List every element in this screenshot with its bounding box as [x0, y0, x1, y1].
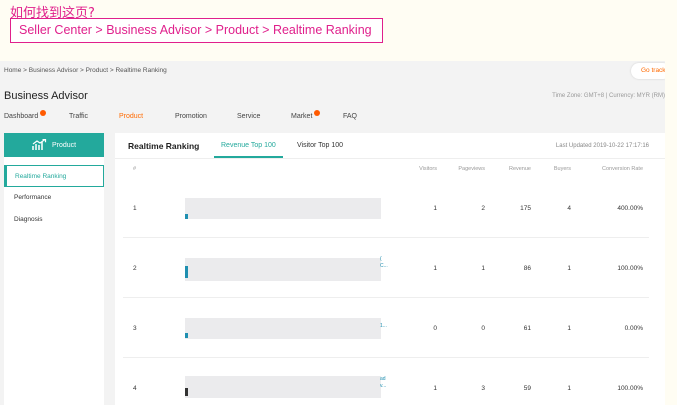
tab-revenue-top-100[interactable]: Revenue Top 100 [214, 142, 283, 158]
product-section-button[interactable]: Product [4, 133, 104, 157]
row-rank: 2 [133, 265, 137, 272]
header-revenue: Revenue [508, 166, 531, 172]
notification-dot [314, 110, 320, 116]
product-thumbnail[interactable] [185, 214, 188, 219]
panel-heading: Realtime Ranking [128, 141, 200, 151]
row-pageviews: 2 [481, 205, 485, 212]
product-link[interactable]: ( C... [380, 256, 388, 270]
product-thumbnail[interactable] [185, 333, 188, 338]
row-revenue: 175 [520, 205, 531, 212]
row-visitors: 0 [433, 325, 437, 332]
nav-label: Product [119, 113, 144, 120]
product-name-redacted [185, 198, 381, 219]
navigation-path-box: Seller Center > Business Advisor > Produ… [10, 18, 383, 43]
page-title: Business Advisor [4, 90, 88, 102]
table-row[interactable]: 1 1 2 175 4 400.00% [115, 179, 665, 238]
row-rank: 3 [133, 325, 137, 332]
table-header: # Visitors Pageviews Revenue Buyers Conv… [115, 159, 665, 177]
sidebar-item-diagnosis[interactable]: Diagnosis [4, 209, 104, 231]
ranking-tabs: Realtime Ranking Revenue Top 100 Visitor… [115, 133, 665, 159]
main-nav: Dashboard Traffic Product Promotion Serv… [0, 109, 665, 131]
timezone-currency: Time Zone: GMT+8 | Currency: MYR (RM) [552, 93, 665, 99]
table-row[interactable]: 4 ad v... 1 3 59 1 100.00% [115, 359, 665, 405]
nav-product[interactable]: Product [119, 109, 143, 120]
tab-visitor-top-100[interactable]: Visitor Top 100 [297, 142, 343, 149]
row-conversion-rate: 0.00% [624, 325, 643, 332]
table-row[interactable]: 2 ( C... 1 1 86 1 100.00% [115, 239, 665, 298]
nav-label: Dashboard [4, 113, 39, 120]
header-pageviews: Pageviews [458, 166, 485, 172]
go-back-button[interactable]: Go track [631, 63, 665, 79]
nav-service[interactable]: Service [237, 109, 260, 120]
sidebar: Product Realtime Ranking Performance Dia… [4, 133, 104, 405]
nav-label: FAQ [343, 113, 358, 120]
business-advisor-screen: Home > Business Advisor > Product > Real… [0, 61, 665, 405]
row-revenue: 86 [523, 265, 531, 272]
nav-label: Promotion [175, 113, 207, 120]
row-conversion-rate: 400.00% [617, 205, 643, 212]
nav-label: Market [291, 113, 313, 120]
row-conversion-rate: 100.00% [617, 385, 643, 392]
row-buyers: 1 [567, 385, 571, 392]
row-rank: 4 [133, 385, 137, 392]
product-section-label: Product [51, 141, 77, 149]
row-visitors: 1 [433, 385, 437, 392]
ranking-panel: Realtime Ranking Revenue Top 100 Visitor… [115, 133, 665, 405]
last-updated: Last Updated 2019-10-22 17:17:16 [555, 143, 649, 149]
nav-dashboard[interactable]: Dashboard [4, 109, 46, 120]
nav-label: Traffic [69, 113, 89, 120]
row-revenue: 59 [523, 385, 531, 392]
product-name-redacted [185, 318, 381, 339]
row-visitors: 1 [433, 205, 437, 212]
row-buyers: 1 [567, 265, 571, 272]
product-thumbnail[interactable] [185, 388, 188, 396]
row-pageviews: 1 [481, 265, 485, 272]
sidebar-item-realtime-ranking[interactable]: Realtime Ranking [4, 165, 104, 187]
product-link[interactable]: 1... [380, 323, 387, 329]
row-visitors: 1 [433, 265, 437, 272]
row-rank: 1 [133, 205, 137, 212]
row-pageviews: 3 [481, 385, 485, 392]
row-divider [123, 297, 649, 298]
nav-traffic[interactable]: Traffic [69, 109, 88, 120]
row-divider [123, 357, 649, 358]
header-buyers: Buyers [553, 166, 571, 172]
nav-market[interactable]: Market [291, 109, 320, 120]
table-row[interactable]: 3 1... 0 0 61 1 0.00% [115, 299, 665, 358]
header-rank: # [133, 166, 137, 172]
product-name-redacted [185, 376, 381, 398]
header-conversion-rate: Conversion Rate [602, 166, 643, 172]
product-link[interactable]: ad v... [380, 376, 386, 390]
notification-dot [40, 110, 46, 116]
row-revenue: 61 [523, 325, 531, 332]
row-buyers: 4 [567, 205, 571, 212]
breadcrumb: Home > Business Advisor > Product > Real… [4, 67, 167, 74]
product-thumbnail[interactable] [185, 266, 188, 278]
row-divider [123, 237, 649, 238]
header-visitors: Visitors [419, 166, 437, 172]
row-pageviews: 0 [481, 325, 485, 332]
nav-promotion[interactable]: Promotion [175, 109, 207, 120]
nav-label: Service [237, 113, 261, 120]
row-buyers: 1 [567, 325, 571, 332]
trend-chart-icon [32, 139, 47, 150]
nav-faq[interactable]: FAQ [343, 109, 357, 120]
row-conversion-rate: 100.00% [617, 265, 643, 272]
product-name-redacted [185, 258, 381, 281]
sidebar-item-performance[interactable]: Performance [4, 187, 104, 209]
